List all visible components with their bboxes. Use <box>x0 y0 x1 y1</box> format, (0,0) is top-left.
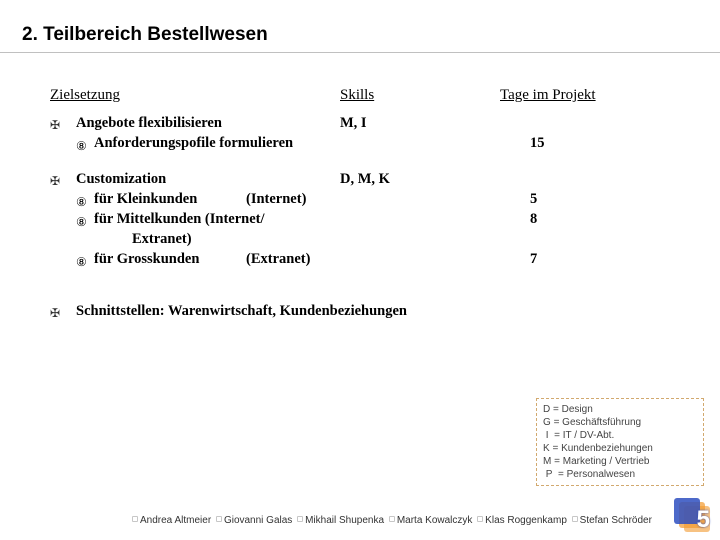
footer-name: Stefan Schröder <box>580 515 652 526</box>
sub-row: ⑧ für Grosskunden (Extranet) 7 <box>50 249 720 269</box>
legend-row: D = Design <box>543 403 697 416</box>
separator-icon <box>132 516 138 522</box>
footer-name: Marta Kowalczyk <box>397 515 473 526</box>
goal-row: ✠ Schnittstellen: Warenwirtschaft, Kunde… <box>50 301 720 321</box>
footer-name: Klas Roggenkamp <box>485 515 567 526</box>
sub-days: 8 <box>530 209 537 229</box>
legend-row: G = Geschäftsführung <box>543 416 697 429</box>
sub-label-cont: Extranet) <box>132 229 192 249</box>
sub-days: 7 <box>530 249 537 269</box>
goal-label: Customization <box>76 169 166 189</box>
footer-names: Andrea Altmeier Giovanni Galas Mikhail S… <box>130 515 652 526</box>
goal-row: ✠ Angebote flexibilisieren M, I <box>50 113 720 133</box>
bullet-icon: ⑧ <box>76 136 87 156</box>
sub-row: ⑧ für Mittelkunden (Internet/ 8 <box>50 209 720 229</box>
footer-name: Giovanni Galas <box>224 515 292 526</box>
sub-row-cont: Extranet) <box>50 229 720 249</box>
cross-icon: ✠ <box>50 115 60 135</box>
legend-row: I = IT / DV-Abt. <box>543 429 697 442</box>
footer-name: Andrea Altmeier <box>140 515 211 526</box>
sub-days: 5 <box>530 189 537 209</box>
separator-icon <box>297 516 303 522</box>
header-skills: Skills <box>340 87 374 104</box>
footer-name: Mikhail Shupenka <box>305 515 384 526</box>
bullet-icon: ⑧ <box>76 252 87 272</box>
logo-number: 5 <box>697 506 710 534</box>
separator-icon <box>572 516 578 522</box>
goal-skills: M, I <box>340 113 367 133</box>
separator-icon <box>477 516 483 522</box>
header-zielsetzung: Zielsetzung <box>50 87 120 104</box>
header-tage: Tage im Projekt <box>500 87 596 104</box>
sub-row: ⑧ Anforderungspofile formulieren 15 <box>50 133 720 153</box>
cross-icon: ✠ <box>50 303 60 323</box>
slide-title: 2. Teilbereich Bestellwesen <box>0 0 720 52</box>
goal-label: Schnittstellen: Warenwirtschaft, Kundenb… <box>76 301 407 321</box>
sub-paren: (Extranet) <box>246 249 310 269</box>
goal-skills: D, M, K <box>340 169 390 189</box>
legend-row: K = Kundenbeziehungen <box>543 442 697 455</box>
sub-label: Anforderungspofile formulieren <box>94 133 293 153</box>
goal-label: Angebote flexibilisieren <box>76 113 222 133</box>
legend-row: M = Marketing / Vertrieb <box>543 455 697 468</box>
goal-row: ✠ Customization D, M, K <box>50 169 720 189</box>
sub-label: für Mittelkunden (Internet/ <box>94 209 265 229</box>
sub-days: 15 <box>530 133 545 153</box>
sub-paren: (Internet) <box>246 189 306 209</box>
legend-row: P = Personalwesen <box>543 468 697 481</box>
separator-icon <box>389 516 395 522</box>
content-area: Zielsetzung Skills Tage im Projekt ✠ Ang… <box>0 53 720 321</box>
column-headers: Zielsetzung Skills Tage im Projekt <box>50 87 720 109</box>
sub-label: für Kleinkunden <box>94 189 197 209</box>
sub-label: für Grosskunden <box>94 249 199 269</box>
separator-icon <box>216 516 222 522</box>
logo: 5 <box>666 498 710 532</box>
cross-icon: ✠ <box>50 171 60 191</box>
sub-row: ⑧ für Kleinkunden (Internet) 5 <box>50 189 720 209</box>
legend-box: D = Design G = Geschäftsführung I = IT /… <box>536 398 704 486</box>
